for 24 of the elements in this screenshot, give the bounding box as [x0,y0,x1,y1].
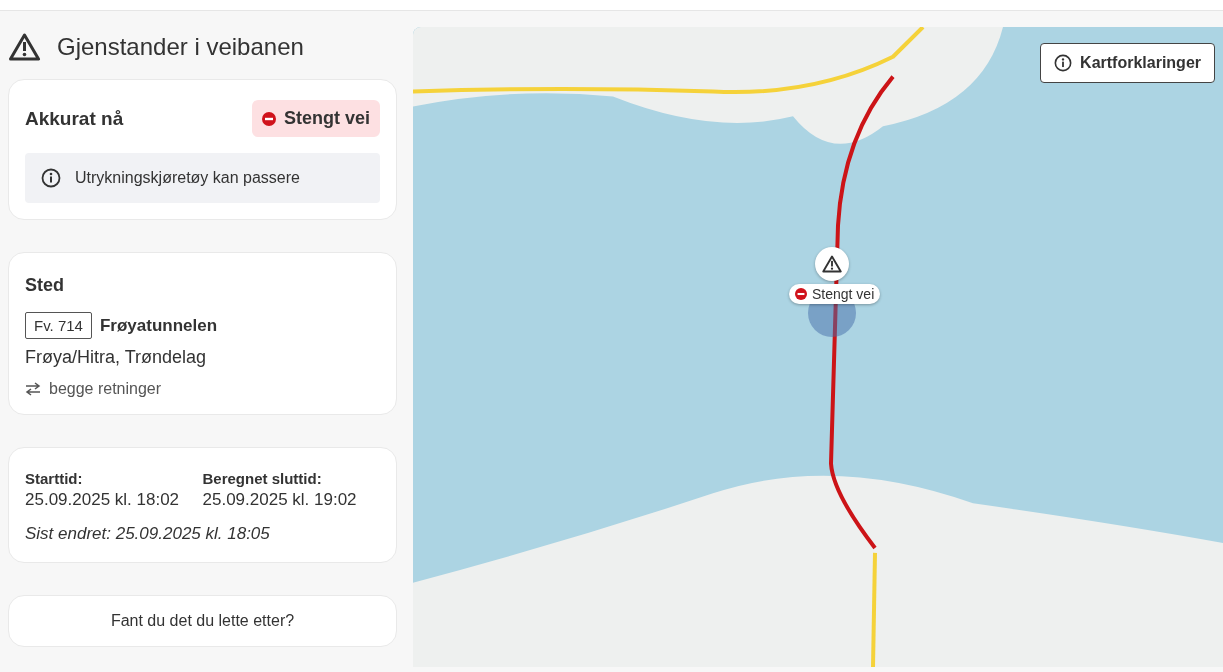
time-label: Beregnet sluttid: [202,470,323,487]
card-heading: Sted [25,275,65,296]
direction-text: begge retninger [49,380,162,398]
feedback-question: Fant du det du lette etter? [109,612,296,630]
no-entry-icon [795,288,807,300]
notice-text: Utrykningskjøretøy kan passere [75,169,300,187]
time-label: Starttid: [25,470,84,487]
warning-icon [822,255,842,273]
info-icon [1054,54,1073,72]
warning-icon [8,33,41,61]
marker-label: Stengt vei [789,284,881,304]
swap-arrows-icon [25,382,41,396]
time-value: 25.09.2025 kl. 18:02 [25,490,181,510]
map-legend-button[interactable]: Kartforklaringer [1040,43,1215,83]
area-text: Frøya/Hitra, Trøndelag [25,347,208,368]
card-heading: Akkurat nå [25,107,124,130]
status-badge: Stengt vei [251,100,380,137]
time-value: 25.09.2025 kl. 19:02 [202,490,358,510]
last-changed-text: Sist endret: 25.09.2025 kl. 18:05 [25,524,271,544]
no-entry-icon [261,111,276,126]
page-title: Gjenstander i veibanen [57,33,304,61]
road-name: Frøyatunnelen [99,315,218,336]
info-icon [41,168,61,188]
road-number: Fv. 714 [25,312,92,339]
